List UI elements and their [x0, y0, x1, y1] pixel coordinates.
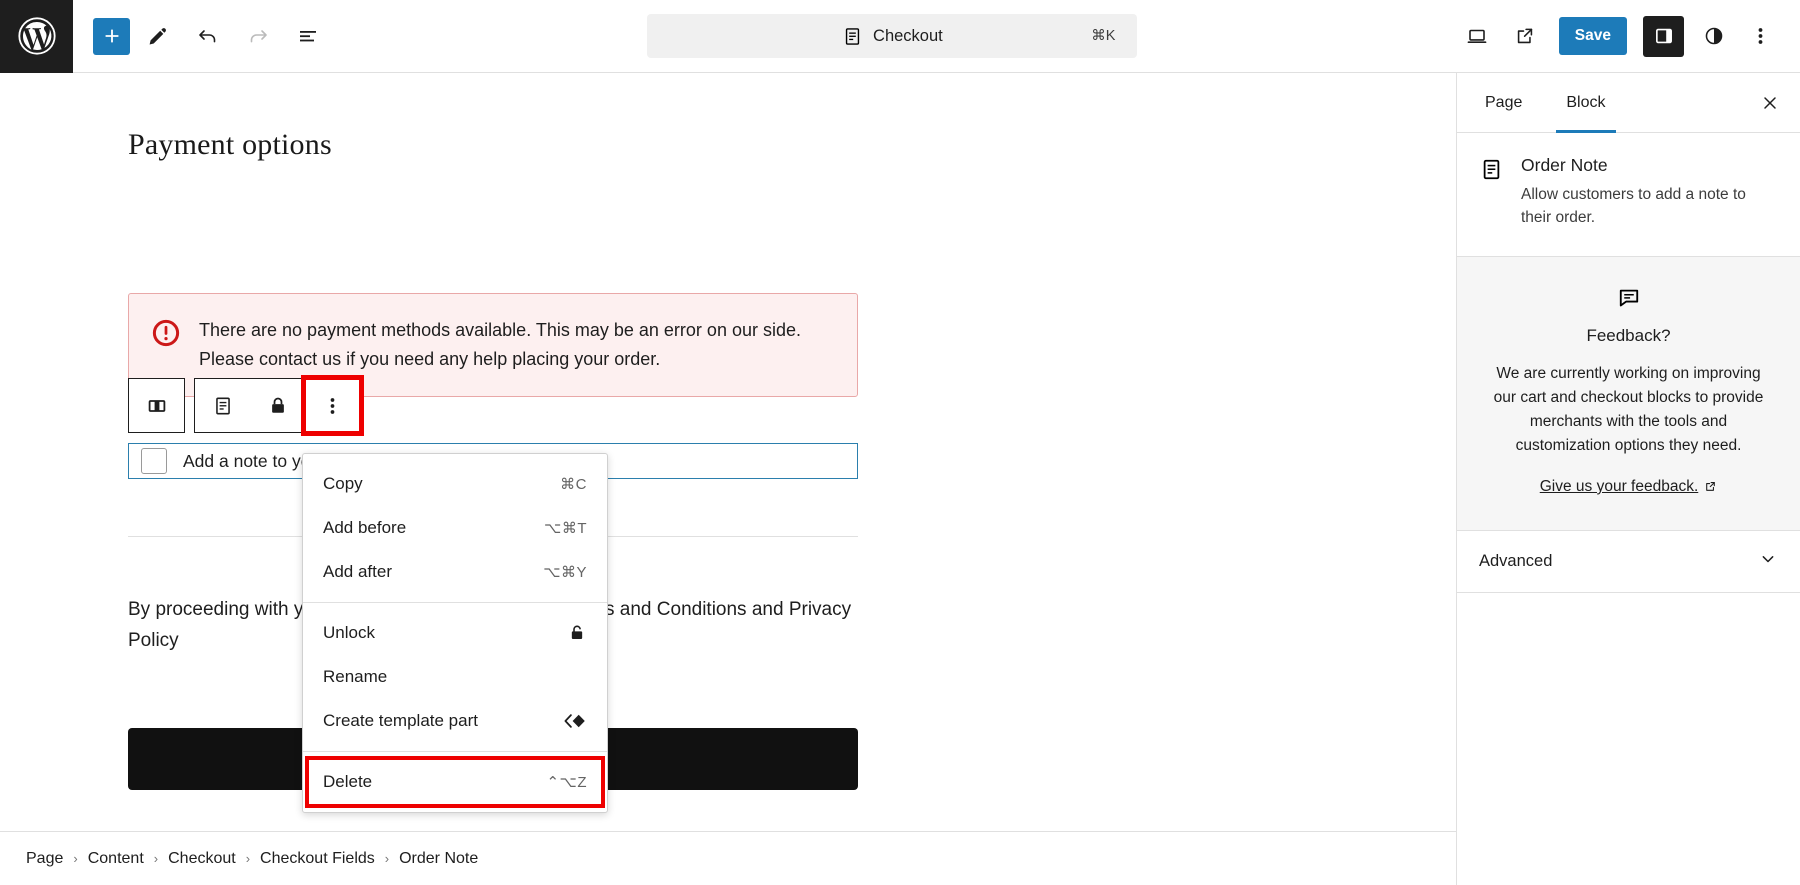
lock-icon-button[interactable] [250, 379, 305, 432]
editor-canvas: Payment options There are no payment met… [0, 73, 1456, 885]
block-card-title: Order Note [1521, 155, 1608, 175]
page-title: Payment options [128, 128, 332, 161]
breadcrumb-separator: › [153, 851, 159, 866]
command-bar-shortcut: ⌘K [1091, 28, 1116, 44]
menu-item-add-before-shortcut: ⌥⌘T [544, 520, 587, 537]
breadcrumb-item-checkout[interactable]: Checkout [168, 850, 236, 868]
menu-item-copy[interactable]: Copy ⌘C [303, 462, 607, 506]
settings-sidebar-toggle[interactable] [1643, 15, 1684, 57]
feedback-body: We are currently working on improving ou… [1493, 364, 1764, 454]
command-bar-title: Checkout [873, 26, 943, 45]
editor-body: Payment options There are no payment met… [0, 73, 1800, 885]
menu-separator-1 [303, 602, 607, 603]
wordpress-logo[interactable] [0, 0, 73, 73]
advanced-panel-toggle[interactable]: Advanced [1457, 531, 1800, 593]
block-card: Order Note Allow customers to add a note… [1457, 133, 1800, 257]
styles-contrast-button[interactable] [1692, 14, 1736, 58]
undo-button[interactable] [186, 14, 230, 58]
give-feedback-link[interactable]: Give us your feedback. [1540, 478, 1718, 496]
menu-item-rename-label: Rename [323, 667, 388, 686]
view-site-external-link-button[interactable] [1503, 14, 1547, 58]
advanced-panel-label: Advanced [1479, 551, 1553, 570]
menu-item-add-before-label: Add before [323, 518, 407, 537]
give-feedback-link-label: Give us your feedback. [1539, 477, 1699, 495]
list-view-button[interactable] [286, 14, 330, 58]
block-toolbar-parent-group [128, 378, 185, 433]
document-icon [842, 26, 863, 47]
error-icon [151, 318, 181, 353]
block-inserter-toggle[interactable] [93, 17, 130, 55]
breadcrumb-item-checkout-fields[interactable]: Checkout Fields [260, 850, 375, 868]
menu-item-create-template-part-label: Create template part [323, 711, 478, 730]
menu-item-rename[interactable]: Rename [303, 655, 607, 699]
block-options-dropdown: Copy ⌘C Add before ⌥⌘T Add after ⌥⌘Y Unl… [302, 453, 608, 813]
breadcrumb-separator: › [384, 851, 390, 866]
unlock-icon [567, 623, 587, 643]
select-parent-block-button[interactable] [129, 379, 184, 432]
template-part-icon [563, 711, 587, 731]
breadcrumb-separator: › [245, 851, 251, 866]
breadcrumb-separator: › [73, 851, 78, 866]
menu-item-copy-shortcut: ⌘C [560, 476, 587, 493]
settings-sidebar: Page Block Order Note Allow customers to [1456, 73, 1800, 885]
menu-item-add-before[interactable]: Add before ⌥⌘T [303, 506, 607, 550]
save-button[interactable]: Save [1558, 17, 1627, 55]
editor-top-bar: Checkout ⌘K Save [0, 0, 1800, 73]
block-toolbar-main-group [194, 375, 364, 436]
block-type-icon-button[interactable] [195, 379, 250, 432]
command-bar-wrapper: Checkout ⌘K [330, 14, 1455, 58]
top-bar-left-tools [73, 14, 330, 58]
more-options-button[interactable] [1740, 14, 1780, 58]
block-card-description: Allow customers to add a note to their o… [1521, 186, 1746, 226]
feedback-comment-icon [1489, 285, 1768, 316]
edit-tool-button[interactable] [136, 14, 180, 58]
menu-item-add-after-label: Add after [323, 562, 392, 581]
menu-item-add-after[interactable]: Add after ⌥⌘Y [303, 550, 607, 594]
top-bar-right-tools: Save [1455, 14, 1800, 58]
block-toolbar [128, 375, 364, 436]
device-preview-button[interactable] [1455, 14, 1499, 58]
close-sidebar-button[interactable] [1746, 73, 1794, 132]
breadcrumb-item-content[interactable]: Content [88, 850, 144, 868]
menu-item-delete[interactable]: Delete ⌃⌥Z [305, 756, 605, 808]
menu-item-create-template-part[interactable]: Create template part [303, 699, 607, 743]
chevron-down-icon [1758, 549, 1778, 574]
tab-block[interactable]: Block [1544, 73, 1627, 133]
feedback-panel: Feedback? We are currently working on im… [1457, 256, 1800, 531]
menu-item-unlock[interactable]: Unlock [303, 611, 607, 655]
menu-item-delete-shortcut: ⌃⌥Z [546, 774, 587, 791]
breadcrumb-item-page[interactable]: Page [26, 850, 63, 868]
tab-page[interactable]: Page [1463, 73, 1544, 132]
menu-item-add-after-shortcut: ⌥⌘Y [543, 564, 587, 581]
menu-item-copy-label: Copy [323, 474, 363, 493]
payment-error-message: There are no payment methods available. … [199, 320, 801, 370]
breadcrumb: Page › Content › Checkout › Checkout Fie… [0, 831, 1456, 885]
menu-item-delete-label: Delete [323, 772, 373, 791]
feedback-title: Feedback? [1586, 325, 1671, 345]
redo-button[interactable] [236, 14, 280, 58]
breadcrumb-item-order-note[interactable]: Order Note [399, 850, 478, 868]
order-note-checkbox[interactable] [141, 448, 167, 474]
block-options-button[interactable] [301, 375, 364, 436]
menu-item-unlock-label: Unlock [323, 623, 375, 642]
menu-separator-2 [303, 751, 607, 752]
external-link-icon [1706, 482, 1716, 492]
command-bar[interactable]: Checkout ⌘K [647, 14, 1138, 58]
order-note-block-icon [1479, 157, 1505, 230]
settings-tabs: Page Block [1457, 73, 1800, 133]
